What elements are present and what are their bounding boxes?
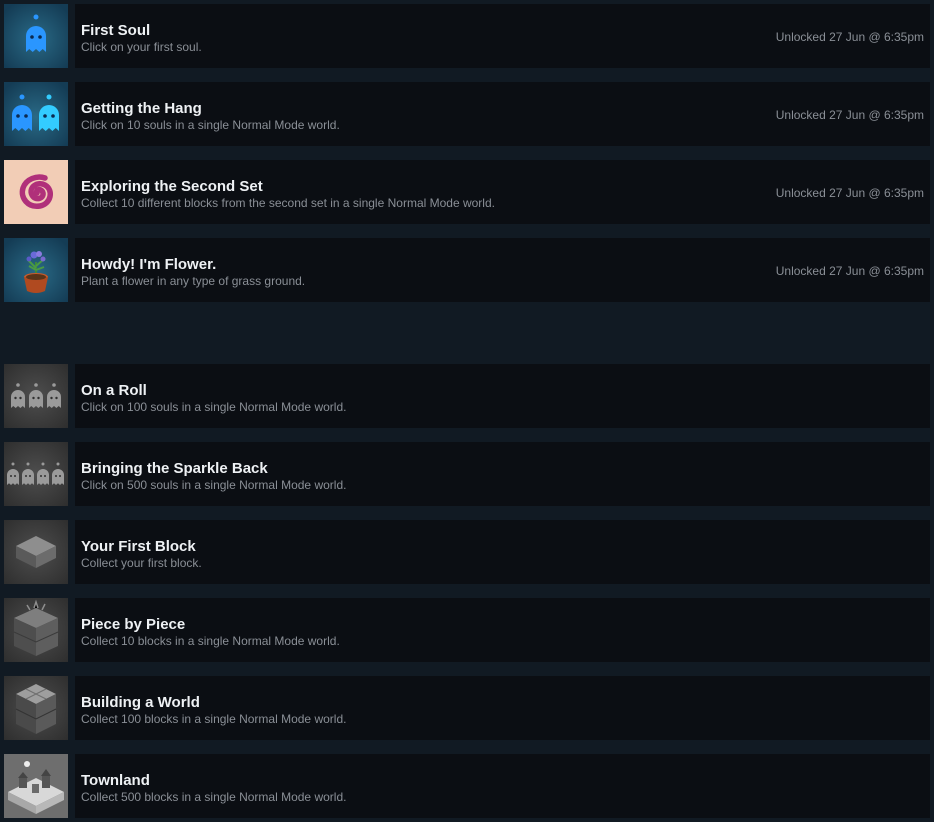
achievement-bar: Building a World Collect 100 blocks in a… bbox=[75, 676, 930, 740]
achievement-bar: Exploring the Second Set Collect 10 diff… bbox=[75, 160, 930, 224]
achievement-description: Collect 10 blocks in a single Normal Mod… bbox=[81, 634, 340, 648]
block-tower-icon bbox=[4, 676, 68, 740]
achievement-title: Piece by Piece bbox=[81, 616, 186, 633]
unlock-time: Unlocked 27 Jun @ 6:35pm bbox=[775, 186, 924, 200]
achievement-description: Collect your first block. bbox=[81, 556, 202, 570]
achievement-bar: Getting the Hang Click on 10 souls in a … bbox=[75, 82, 930, 146]
achievement-title: Howdy! I'm Flower. bbox=[81, 256, 217, 273]
achievement-row: On a Roll Click on 100 souls in a single… bbox=[0, 363, 934, 428]
achievement-description: Click on your first soul. bbox=[81, 40, 202, 54]
achievement-row: Townland Collect 500 blocks in a single … bbox=[0, 753, 934, 818]
achievement-row: Piece by Piece Collect 10 blocks in a si… bbox=[0, 597, 934, 662]
town-island-icon bbox=[4, 754, 68, 818]
achievement-row: Getting the Hang Click on 10 souls in a … bbox=[0, 81, 934, 146]
achievement-title: Townland bbox=[81, 772, 150, 789]
achievement-bar: Piece by Piece Collect 10 blocks in a si… bbox=[75, 598, 930, 662]
achievement-row: Bringing the Sparkle Back Click on 500 s… bbox=[0, 441, 934, 506]
achievement-title: Building a World bbox=[81, 694, 200, 711]
unlock-time: Unlocked 27 Jun @ 6:35pm bbox=[775, 108, 924, 122]
flower-pot-icon bbox=[4, 238, 68, 302]
achievement-title: Bringing the Sparkle Back bbox=[81, 460, 268, 477]
unlock-time: Unlocked 27 Jun @ 6:35pm bbox=[775, 264, 924, 278]
achievement-bar: Bringing the Sparkle Back Click on 500 s… bbox=[75, 442, 930, 506]
two-blue-souls-icon bbox=[4, 82, 68, 146]
achievement-description: Click on 100 souls in a single Normal Mo… bbox=[81, 400, 347, 414]
single-block-icon bbox=[4, 520, 68, 584]
achievement-bar: Your First Block Collect your first bloc… bbox=[75, 520, 930, 584]
achievement-title: First Soul bbox=[81, 22, 151, 39]
achievement-bar: Howdy! I'm Flower. Plant a flower in any… bbox=[75, 238, 930, 302]
block-stack-icon bbox=[4, 598, 68, 662]
achievement-row: Exploring the Second Set Collect 10 diff… bbox=[0, 159, 934, 224]
achievement-title: Exploring the Second Set bbox=[81, 178, 263, 195]
achievement-row: Howdy! I'm Flower. Plant a flower in any… bbox=[0, 237, 934, 302]
achievement-description: Collect 500 blocks in a single Normal Mo… bbox=[81, 790, 347, 804]
four-grey-souls-icon bbox=[4, 442, 68, 506]
achievement-bar: On a Roll Click on 100 souls in a single… bbox=[75, 364, 930, 428]
achievement-description: Click on 500 souls in a single Normal Mo… bbox=[81, 478, 347, 492]
achievement-title: On a Roll bbox=[81, 382, 147, 399]
achievement-description: Collect 100 blocks in a single Normal Mo… bbox=[81, 712, 347, 726]
achievement-row: Building a World Collect 100 blocks in a… bbox=[0, 675, 934, 740]
achievement-row: First Soul Click on your first soul. Unl… bbox=[0, 3, 934, 68]
achievement-description: Plant a flower in any type of grass grou… bbox=[81, 274, 306, 288]
pink-spiral-icon bbox=[4, 160, 68, 224]
achievement-title: Your First Block bbox=[81, 538, 196, 555]
achievement-bar: Townland Collect 500 blocks in a single … bbox=[75, 754, 930, 818]
three-grey-souls-icon bbox=[4, 364, 68, 428]
unlock-time: Unlocked 27 Jun @ 6:35pm bbox=[775, 30, 924, 44]
achievement-title: Getting the Hang bbox=[81, 100, 202, 117]
achievement-bar: First Soul Click on your first soul. Unl… bbox=[75, 4, 930, 68]
one-blue-soul-icon bbox=[4, 4, 68, 68]
achievement-row: Your First Block Collect your first bloc… bbox=[0, 519, 934, 584]
achievement-description: Click on 10 souls in a single Normal Mod… bbox=[81, 118, 340, 132]
achievement-description: Collect 10 different blocks from the sec… bbox=[81, 196, 495, 210]
